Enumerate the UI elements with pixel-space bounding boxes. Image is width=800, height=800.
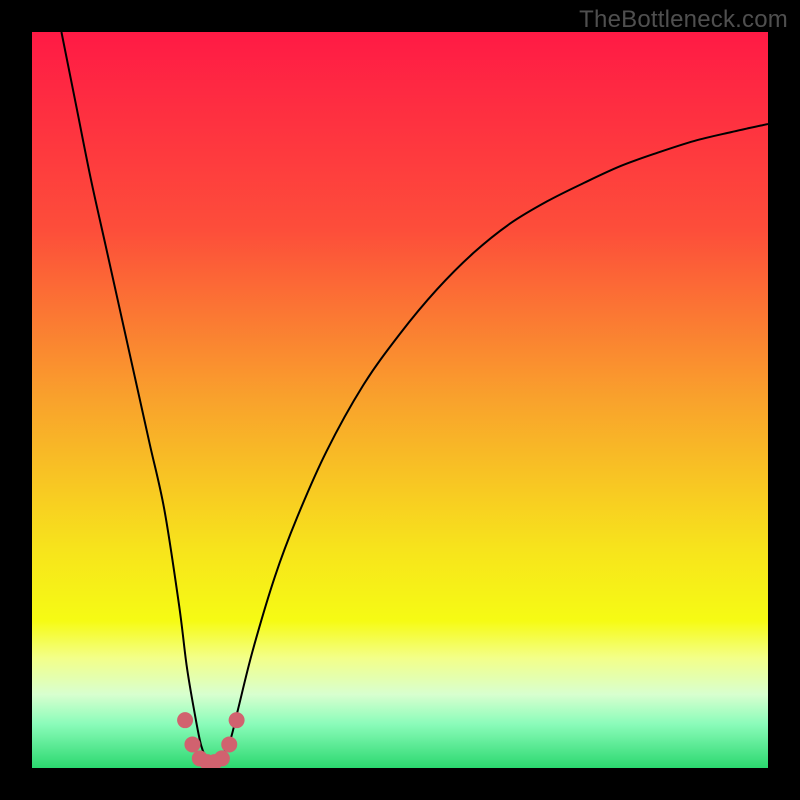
watermark-text: TheBottleneck.com	[579, 6, 788, 34]
marker-point	[229, 712, 245, 728]
marker-point	[221, 736, 237, 752]
plot-area	[32, 32, 768, 768]
marker-point	[177, 712, 193, 728]
gradient-background	[32, 32, 768, 768]
marker-point	[214, 750, 230, 766]
chart-frame: TheBottleneck.com	[0, 0, 800, 800]
marker-point	[184, 736, 200, 752]
plot-svg	[32, 32, 768, 768]
